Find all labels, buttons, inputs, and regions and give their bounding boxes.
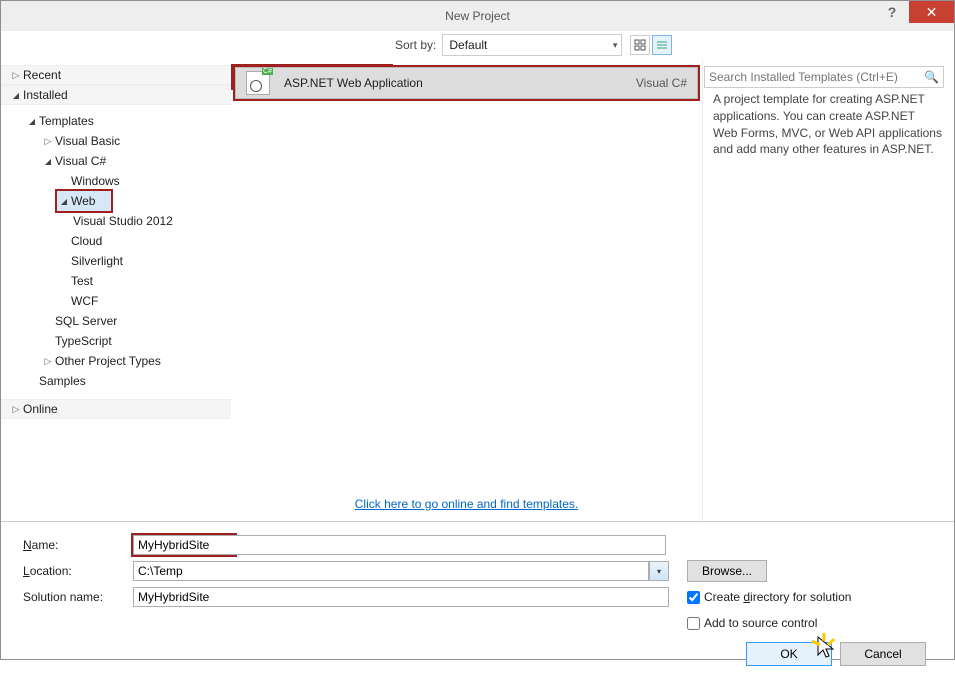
name-label: Name:	[23, 538, 133, 552]
create-directory-label: Create directory for solution	[704, 590, 851, 604]
tree-web[interactable]: Web	[57, 191, 111, 211]
tree-typescript[interactable]: TypeScript	[1, 331, 231, 351]
name-input-ext[interactable]	[234, 535, 666, 555]
tree-test[interactable]: Test	[1, 271, 231, 291]
grid-icon	[634, 39, 646, 51]
tree-installed[interactable]: Installed	[1, 85, 231, 105]
tree-online[interactable]: Online	[1, 399, 231, 419]
create-directory-checkbox[interactable]	[687, 591, 700, 604]
tree-vs2012[interactable]: Visual Studio 2012	[1, 211, 231, 231]
template-list: ASP.NET Web Application Visual C# Click …	[231, 59, 702, 521]
search-box[interactable]: 🔍	[704, 66, 944, 88]
tree-windows[interactable]: Windows	[1, 171, 231, 191]
location-dropdown-button[interactable]: ▾	[649, 561, 669, 581]
form-area: Name: Location: ▾ Browse... Solution nam…	[1, 521, 954, 674]
view-small-icons-button[interactable]	[630, 35, 650, 55]
titlebar: New Project ? ✕	[1, 1, 954, 31]
list-icon	[656, 39, 668, 51]
browse-button[interactable]: Browse...	[687, 560, 767, 582]
ok-button[interactable]: OK	[746, 642, 832, 666]
solution-name-input[interactable]	[133, 587, 669, 607]
tree-wcf[interactable]: WCF	[1, 291, 231, 311]
cancel-button[interactable]: Cancel	[840, 642, 926, 666]
tree-samples[interactable]: Samples	[1, 371, 231, 391]
template-icon	[246, 71, 270, 95]
window-title: New Project	[445, 9, 510, 23]
template-name: ASP.NET Web Application	[284, 76, 423, 90]
window-controls: ? ✕	[875, 1, 954, 23]
tree-other[interactable]: Other Project Types	[1, 351, 231, 371]
chevron-down-icon: ▾	[613, 40, 618, 51]
tree-visual-basic[interactable]: Visual Basic	[1, 131, 231, 151]
tree-visual-csharp[interactable]: Visual C#	[1, 151, 231, 171]
sort-value: Default	[449, 38, 487, 52]
template-lang: Visual C#	[636, 76, 687, 90]
tree-recent[interactable]: Recent	[1, 65, 231, 85]
template-aspnet-web-app[interactable]: ASP.NET Web Application Visual C#	[235, 67, 698, 99]
search-input[interactable]	[709, 70, 924, 84]
tree-cloud[interactable]: Cloud	[1, 231, 231, 251]
search-icon: 🔍	[924, 70, 939, 84]
name-input[interactable]	[133, 535, 235, 555]
sortby-label: Sort by:	[395, 38, 436, 52]
source-control-label: Add to source control	[704, 616, 817, 630]
template-description: A project template for creating ASP.NET …	[713, 91, 942, 158]
source-control-checkbox[interactable]	[687, 617, 700, 630]
sidebar-tree: Recent Installed Templates Visual Basic …	[1, 59, 231, 521]
help-button[interactable]: ?	[875, 1, 909, 23]
close-button[interactable]: ✕	[909, 1, 954, 23]
tree-templates[interactable]: Templates	[1, 111, 231, 131]
online-templates-link[interactable]: Click here to go online and find templat…	[231, 497, 702, 511]
tree-silverlight[interactable]: Silverlight	[1, 251, 231, 271]
location-input[interactable]	[133, 561, 649, 581]
solution-name-label: Solution name:	[23, 590, 133, 604]
sort-dropdown[interactable]: Default ▾	[442, 34, 622, 56]
tree-sqlserver[interactable]: SQL Server	[1, 311, 231, 331]
location-label: Location:	[23, 564, 133, 578]
view-list-button[interactable]	[652, 35, 672, 55]
details-pane: Type: Visual C# A project template for c…	[702, 59, 954, 521]
